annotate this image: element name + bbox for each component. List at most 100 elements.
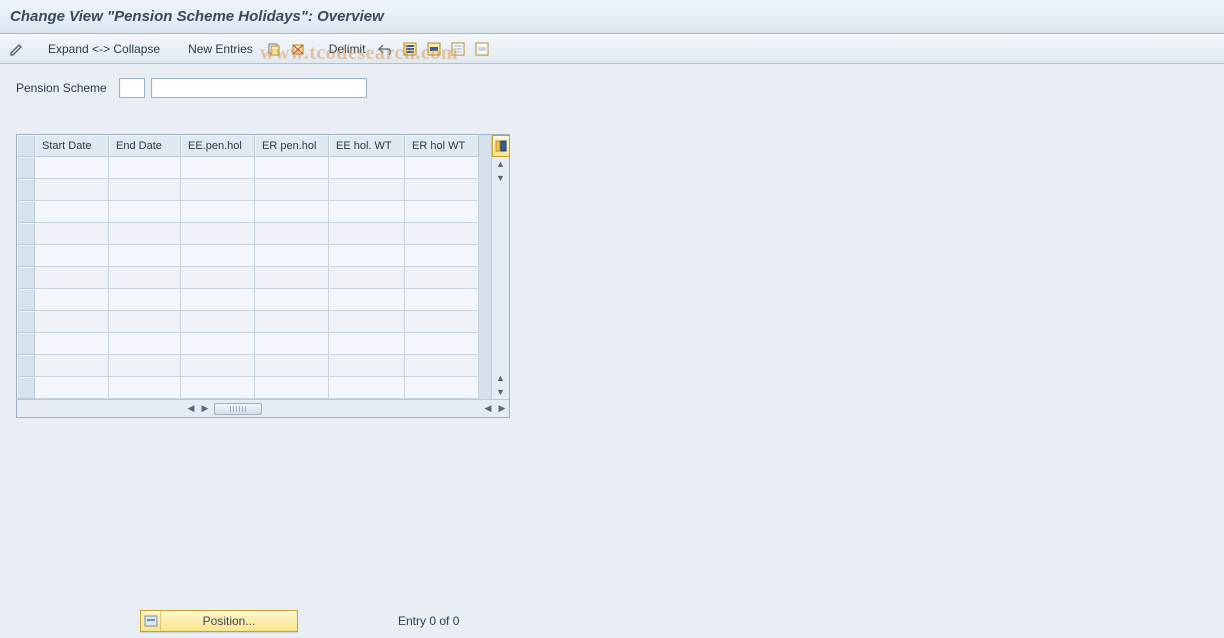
grid-cell[interactable] — [109, 377, 181, 399]
grid-cell[interactable] — [109, 201, 181, 223]
undo-change-icon[interactable] — [377, 40, 395, 58]
grid-cell[interactable] — [35, 311, 109, 333]
select-block-icon[interactable] — [425, 40, 443, 58]
scroll-right-icon[interactable]: ▶ — [198, 402, 212, 416]
grid-cell[interactable] — [35, 245, 109, 267]
grid-cell[interactable] — [35, 201, 109, 223]
grid-cell[interactable] — [35, 157, 109, 179]
grid-cell[interactable] — [109, 267, 181, 289]
grid-cell[interactable] — [109, 245, 181, 267]
table-row[interactable] — [17, 267, 491, 289]
grid-cell[interactable] — [255, 223, 329, 245]
row-selector[interactable] — [17, 333, 35, 355]
table-row[interactable] — [17, 311, 491, 333]
grid-column-header[interactable]: Start Date — [35, 135, 109, 157]
table-row[interactable] — [17, 223, 491, 245]
grid-cell[interactable] — [255, 267, 329, 289]
grid-cell[interactable] — [329, 377, 405, 399]
table-row[interactable] — [17, 377, 491, 399]
grid-cell[interactable] — [109, 179, 181, 201]
grid-cell[interactable] — [181, 377, 255, 399]
grid-cell[interactable] — [405, 311, 479, 333]
grid-cell[interactable] — [329, 311, 405, 333]
grid-cell[interactable] — [329, 223, 405, 245]
grid-cell[interactable] — [109, 157, 181, 179]
grid-cell[interactable] — [181, 179, 255, 201]
grid-column-header[interactable]: ER pen.hol — [255, 135, 329, 157]
select-all-icon[interactable] — [401, 40, 419, 58]
grid-cell[interactable] — [405, 267, 479, 289]
row-selector[interactable] — [17, 377, 35, 399]
grid-cell[interactable] — [329, 289, 405, 311]
grid-cell[interactable] — [255, 201, 329, 223]
row-selector[interactable] — [17, 223, 35, 245]
scroll-left-icon-2[interactable]: ◀ — [481, 402, 495, 416]
scroll-down-icon-2[interactable]: ▼ — [493, 385, 509, 399]
row-selector[interactable] — [17, 289, 35, 311]
grid-cell[interactable] — [329, 355, 405, 377]
grid-cell[interactable] — [35, 355, 109, 377]
scroll-up-icon-2[interactable]: ▲ — [493, 371, 509, 385]
grid-cell[interactable] — [255, 311, 329, 333]
scroll-right-icon-2[interactable]: ▶ — [495, 402, 509, 416]
scroll-down-icon[interactable]: ▼ — [493, 171, 509, 185]
table-row[interactable] — [17, 179, 491, 201]
grid-cell[interactable] — [405, 289, 479, 311]
grid-cell[interactable] — [255, 289, 329, 311]
row-selector[interactable] — [17, 201, 35, 223]
grid-cell[interactable] — [109, 223, 181, 245]
grid-column-header[interactable]: ER hol WT — [405, 135, 479, 157]
row-selector[interactable] — [17, 157, 35, 179]
grid-cell[interactable] — [329, 333, 405, 355]
grid-cell[interactable] — [405, 355, 479, 377]
position-button[interactable]: Position... — [140, 610, 298, 632]
table-row[interactable] — [17, 157, 491, 179]
grid-cell[interactable] — [181, 333, 255, 355]
copy-as-icon[interactable] — [265, 40, 283, 58]
grid-cell[interactable] — [35, 377, 109, 399]
delete-icon[interactable] — [289, 40, 307, 58]
deselect-block-icon[interactable] — [473, 40, 491, 58]
grid-cell[interactable] — [329, 267, 405, 289]
grid-cell[interactable] — [405, 157, 479, 179]
grid-cell[interactable] — [35, 223, 109, 245]
grid-cell[interactable] — [405, 223, 479, 245]
grid-cell[interactable] — [405, 179, 479, 201]
delimit-button[interactable]: Delimit — [323, 40, 372, 58]
grid-configure-icon[interactable] — [492, 135, 510, 157]
row-selector[interactable] — [17, 245, 35, 267]
table-row[interactable] — [17, 333, 491, 355]
table-row[interactable] — [17, 355, 491, 377]
toggle-change-icon[interactable] — [8, 40, 26, 58]
grid-vertical-scrollbar[interactable]: ▲ ▼ ▲ ▼ — [491, 135, 509, 399]
grid-cell[interactable] — [109, 311, 181, 333]
grid-cell[interactable] — [255, 333, 329, 355]
grid-column-header[interactable]: EE hol. WT — [329, 135, 405, 157]
grid-cell[interactable] — [35, 179, 109, 201]
row-selector[interactable] — [17, 311, 35, 333]
table-row[interactable] — [17, 201, 491, 223]
grid-cell[interactable] — [181, 157, 255, 179]
grid-cell[interactable] — [255, 377, 329, 399]
grid-cell[interactable] — [255, 157, 329, 179]
grid-cell[interactable] — [255, 355, 329, 377]
scroll-thumb[interactable] — [214, 403, 262, 415]
grid-cell[interactable] — [255, 179, 329, 201]
grid-cell[interactable] — [35, 333, 109, 355]
scroll-left-icon[interactable]: ◀ — [184, 402, 198, 416]
table-row[interactable] — [17, 245, 491, 267]
grid-cell[interactable] — [181, 201, 255, 223]
expand-collapse-button[interactable]: Expand <-> Collapse — [42, 40, 166, 58]
table-row[interactable] — [17, 289, 491, 311]
grid-cell[interactable] — [181, 223, 255, 245]
grid-column-header[interactable]: EE.pen.hol — [181, 135, 255, 157]
grid-cell[interactable] — [405, 333, 479, 355]
grid-cell[interactable] — [329, 245, 405, 267]
grid-cell[interactable] — [329, 157, 405, 179]
grid-horizontal-scrollbar[interactable]: ◀ ▶ ◀ ▶ — [17, 399, 509, 417]
grid-cell[interactable] — [329, 179, 405, 201]
pension-scheme-code-input[interactable] — [119, 78, 145, 98]
grid-cell[interactable] — [255, 245, 329, 267]
grid-cell[interactable] — [405, 245, 479, 267]
grid-cell[interactable] — [181, 355, 255, 377]
